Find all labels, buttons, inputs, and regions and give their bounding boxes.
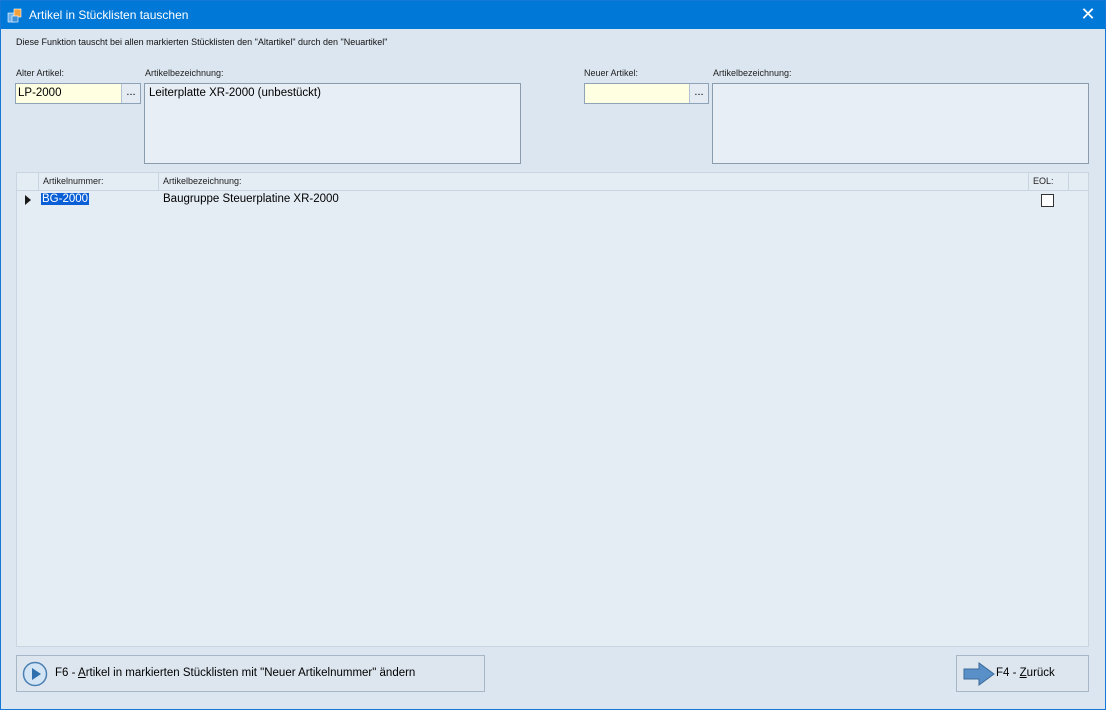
window-title: Artikel in Stücklisten tauschen [29, 8, 189, 22]
lookup-ellipsis-icon[interactable]: ... [689, 84, 708, 103]
old-desc-label: Artikelbezeichnung: [145, 68, 224, 78]
col-description[interactable]: Artikelbezeichnung: [159, 173, 1029, 190]
back-button-label: F4 - Zurück [996, 667, 1055, 679]
app-icon [7, 8, 22, 23]
dialog-window: Artikel in Stücklisten tauschen ✕ Diese … [0, 0, 1106, 710]
grid-header: Artikelnummer: Artikelbezeichnung: EOL: [17, 173, 1088, 191]
table-row[interactable]: BG-2000 Baugruppe Steuerplatine XR-2000 [17, 191, 1088, 209]
new-article-label: Neuer Artikel: [584, 68, 639, 78]
cell-article-no[interactable]: BG-2000 [41, 193, 90, 205]
title-bar[interactable]: Artikel in Stücklisten tauschen ✕ [1, 1, 1105, 29]
cell-description[interactable]: Baugruppe Steuerplatine XR-2000 [163, 193, 339, 205]
old-article-label: Alter Artikel: [16, 68, 65, 78]
lookup-ellipsis-icon[interactable]: ... [121, 84, 140, 103]
new-desc-field[interactable] [712, 83, 1089, 164]
old-desc-field[interactable]: Leiterplatte XR-2000 (unbestückt) [144, 83, 521, 164]
old-article-input[interactable]: LP-2000 ... [15, 83, 141, 104]
info-text: Diese Funktion tauscht bei allen markier… [16, 37, 388, 47]
col-eol[interactable]: EOL: [1029, 173, 1069, 190]
arrow-right-icon [963, 662, 995, 686]
old-desc-value: Leiterplatte XR-2000 (unbestückt) [149, 87, 321, 99]
play-icon [22, 661, 48, 687]
bom-grid[interactable]: Artikelnummer: Artikelbezeichnung: EOL: … [16, 172, 1089, 647]
back-button[interactable]: F4 - Zurück [956, 655, 1089, 692]
change-articles-button[interactable]: F6 - Artikel in markierten Stücklisten m… [16, 655, 485, 692]
eol-checkbox[interactable] [1041, 194, 1054, 207]
grid-header-indicator [17, 173, 39, 190]
old-article-value: LP-2000 [18, 87, 62, 99]
change-button-label: F6 - Artikel in markierten Stücklisten m… [55, 667, 416, 679]
close-icon[interactable]: ✕ [1071, 1, 1105, 29]
col-article-no[interactable]: Artikelnummer: [39, 173, 159, 190]
row-indicator-icon [17, 191, 39, 209]
new-desc-label: Artikelbezeichnung: [713, 68, 792, 78]
new-article-input[interactable]: ... [584, 83, 709, 104]
